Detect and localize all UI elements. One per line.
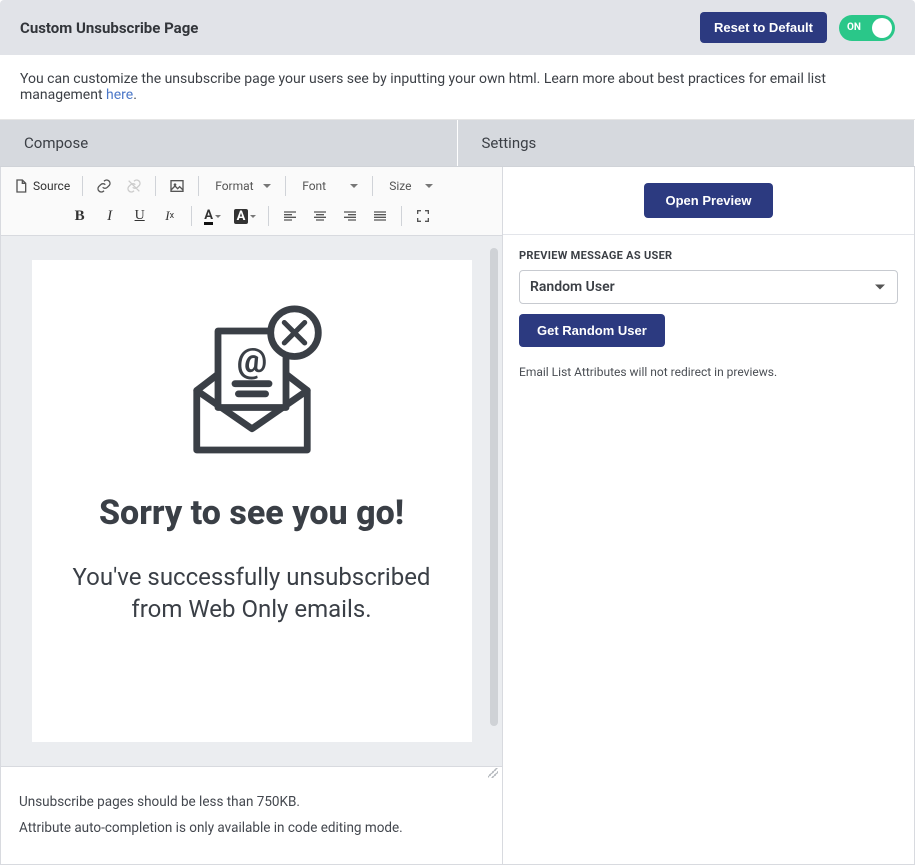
get-random-user-button[interactable]: Get Random User — [519, 314, 665, 347]
align-left-button[interactable] — [277, 203, 303, 229]
underline-button[interactable]: U — [127, 203, 153, 229]
align-left-icon — [282, 208, 298, 224]
info-text: You can customize the unsubscribe page y… — [20, 71, 826, 103]
toolbar-row-2: B I U Ix A A — [9, 203, 494, 229]
preview-button-area: Open Preview — [503, 167, 914, 235]
toggle-on-label: ON — [841, 22, 861, 33]
page-title: Custom Unsubscribe Page — [20, 19, 198, 37]
preview-note: Email List Attributes will not redirect … — [519, 365, 898, 379]
align-right-icon — [342, 208, 358, 224]
tab-settings[interactable]: Settings — [458, 120, 915, 166]
toggle-knob — [872, 18, 892, 38]
align-right-button[interactable] — [337, 203, 363, 229]
maximize-icon — [415, 208, 431, 224]
info-suffix: . — [133, 87, 137, 103]
source-icon — [13, 178, 29, 194]
image-icon — [169, 178, 185, 194]
info-link[interactable]: here — [106, 87, 133, 103]
footer-notes: Unsubscribe pages should be less than 75… — [1, 780, 502, 864]
text-color-button[interactable]: A — [200, 203, 226, 229]
user-select-value: Random User — [530, 279, 615, 295]
size-select[interactable]: Size — [381, 173, 439, 199]
tabs: Compose Settings — [0, 120, 915, 167]
chevron-down-icon — [215, 215, 221, 218]
reset-to-default-button[interactable]: Reset to Default — [700, 12, 827, 43]
preview-label: PREVIEW MESSAGE AS USER — [519, 249, 898, 262]
separator — [285, 176, 286, 196]
separator — [191, 206, 192, 226]
format-select[interactable]: Format — [207, 173, 277, 199]
link-button[interactable] — [91, 173, 117, 199]
svg-text:@: @ — [236, 341, 266, 381]
preview-user-section: PREVIEW MESSAGE AS USER Random User Get … — [503, 235, 914, 393]
image-button[interactable] — [164, 173, 190, 199]
align-justify-button[interactable] — [367, 203, 393, 229]
user-select[interactable]: Random User — [519, 270, 898, 304]
bg-color-button[interactable]: A — [230, 203, 261, 229]
separator — [268, 206, 269, 226]
remove-format-button[interactable]: Ix — [157, 203, 183, 229]
toolbar-row-1: Source Format Font Size — [9, 173, 494, 199]
source-button[interactable]: Source — [9, 173, 74, 199]
header-actions: Reset to Default ON — [700, 12, 895, 43]
align-center-icon — [312, 208, 328, 224]
resize-grip[interactable] — [1, 766, 502, 780]
footer-note-autocomplete: Attribute auto-completion is only availa… — [19, 820, 484, 836]
editor-toolbar: Source Format Font Size — [1, 167, 502, 236]
main-area: Source Format Font Size — [0, 167, 915, 865]
footer-note-size: Unsubscribe pages should be less than 75… — [19, 794, 484, 810]
open-preview-button[interactable]: Open Preview — [644, 183, 774, 218]
editor-area[interactable]: @ Sorry to see you go! You've successful… — [1, 236, 502, 766]
maximize-button[interactable] — [410, 203, 436, 229]
compose-column: Source Format Font Size — [1, 167, 503, 864]
header-bar: Custom Unsubscribe Page Reset to Default… — [0, 0, 915, 55]
canvas-heading: Sorry to see you go! — [60, 494, 444, 533]
info-bar: You can customize the unsubscribe page y… — [0, 55, 915, 120]
italic-button[interactable]: I — [97, 203, 123, 229]
unlink-button[interactable] — [121, 173, 147, 199]
vertical-scrollbar[interactable] — [490, 248, 498, 726]
unlink-icon — [126, 178, 142, 194]
separator — [82, 176, 83, 196]
separator — [372, 176, 373, 196]
font-select[interactable]: Font — [294, 173, 364, 199]
settings-column: Open Preview PREVIEW MESSAGE AS USER Ran… — [503, 167, 914, 864]
editor-canvas: @ Sorry to see you go! You've successful… — [32, 260, 472, 742]
source-label: Source — [33, 179, 70, 193]
canvas-subtext: You've successfully unsubscribed from We… — [60, 561, 444, 626]
link-icon — [96, 178, 112, 194]
chevron-down-icon — [250, 215, 256, 218]
enable-toggle[interactable]: ON — [839, 15, 895, 41]
envelope-x-icon: @ — [60, 292, 444, 476]
separator — [198, 176, 199, 196]
align-justify-icon — [372, 208, 388, 224]
separator — [401, 206, 402, 226]
align-center-button[interactable] — [307, 203, 333, 229]
separator — [155, 176, 156, 196]
tab-compose[interactable]: Compose — [0, 120, 458, 166]
bold-button[interactable]: B — [67, 203, 93, 229]
